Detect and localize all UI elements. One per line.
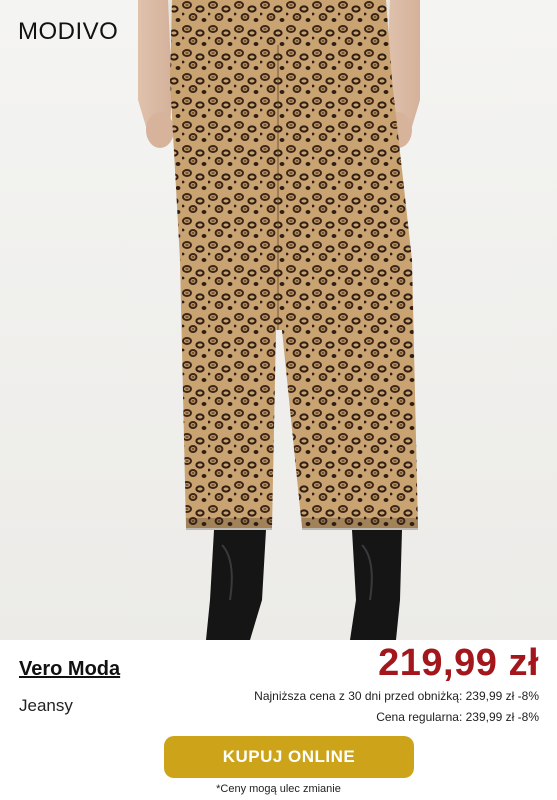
product-info-panel: Vero Moda Jeansy 219,99 zł Najniższa cen… xyxy=(0,640,557,800)
buy-online-button[interactable]: KUPUJ ONLINE xyxy=(164,736,414,778)
modivo-logo[interactable]: MODIVO xyxy=(18,18,118,46)
product-photo[interactable]: MODIVO xyxy=(0,0,557,640)
product-image xyxy=(138,0,420,640)
regular-price-note: Cena regularna: 239,99 zł -8% xyxy=(376,710,539,724)
brand-link[interactable]: Vero Moda xyxy=(19,658,120,681)
price-disclaimer: *Ceny mogą ulec zmianie xyxy=(216,783,341,795)
product-price: 219,99 zł xyxy=(378,642,539,684)
lowest-price-note: Najniższa cena z 30 dni przed obniżką: 2… xyxy=(254,689,539,703)
product-category: Jeansy xyxy=(19,696,73,715)
